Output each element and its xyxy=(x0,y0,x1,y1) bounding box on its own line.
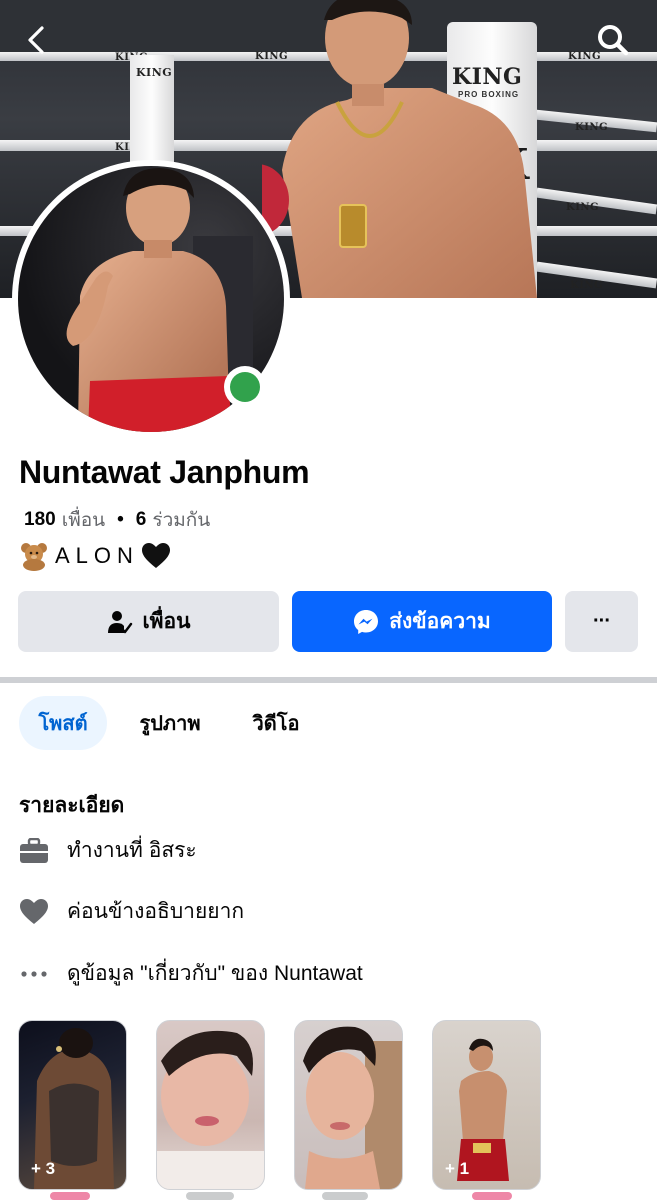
friend-stats[interactable]: 180 เพื่อน • 6 ร่วมกัน xyxy=(24,505,210,535)
rope-brand-label: KING xyxy=(566,202,600,213)
friends-button-label: เพื่อน xyxy=(142,610,191,633)
featured-count: + 3 xyxy=(31,1159,56,1178)
heart-icon xyxy=(18,896,50,928)
search-icon xyxy=(598,25,629,56)
more-options-button[interactable]: ··· xyxy=(565,591,638,652)
detail-about-link-text: ดูข้อมูล "เกี่ยวกับ" ของ Nuntawat xyxy=(67,962,363,985)
featured-caption xyxy=(294,1190,401,1200)
tab-posts[interactable]: โพสต์ xyxy=(19,696,107,750)
messenger-icon xyxy=(354,609,379,634)
teddy-bear-icon xyxy=(21,543,47,571)
featured-thumbnail xyxy=(157,1030,264,1189)
online-dot xyxy=(230,372,260,402)
chevron-left-icon xyxy=(28,26,44,54)
message-button[interactable]: ส่งข้อความ xyxy=(292,591,552,652)
search-button[interactable] xyxy=(593,20,633,60)
friends-label: เพื่อน xyxy=(61,510,106,531)
bio-text: ALON xyxy=(55,543,139,568)
featured-item[interactable]: + 3 xyxy=(18,1020,127,1190)
ellipsis-icon xyxy=(18,958,50,990)
black-heart-icon xyxy=(141,543,170,568)
rope-brand-label: KING xyxy=(575,122,609,133)
corner-brand-label: KING xyxy=(136,66,173,79)
featured-item[interactable] xyxy=(156,1020,265,1190)
profile-name: Nuntawat Janphum xyxy=(19,454,310,490)
back-button[interactable] xyxy=(16,20,56,60)
featured-caption xyxy=(156,1190,263,1200)
detail-relationship-text: ค่อนข้างอธิบายยาก xyxy=(67,900,245,923)
tab-videos[interactable]: วิดีโอ xyxy=(236,696,316,750)
mutual-count: 6 xyxy=(135,509,147,530)
friends-count: 180 xyxy=(24,509,56,530)
separator-dot: • xyxy=(117,509,124,530)
profile-bio: ALON xyxy=(19,541,171,571)
message-button-label: ส่งข้อความ xyxy=(389,610,491,633)
featured-caption xyxy=(432,1190,539,1200)
detail-relationship: ค่อนข้างอธิบายยาก xyxy=(18,895,244,928)
featured-thumbnail xyxy=(303,1026,402,1189)
friends-button[interactable]: เพื่อน xyxy=(18,591,279,652)
featured-caption xyxy=(18,1190,125,1200)
featured-item[interactable]: + 1 xyxy=(432,1020,541,1190)
online-status-indicator xyxy=(224,366,266,408)
boxer-figure xyxy=(262,0,537,298)
section-divider xyxy=(0,677,657,683)
briefcase-icon xyxy=(18,835,50,867)
featured-count: + 1 xyxy=(445,1159,470,1178)
detail-about-link[interactable]: ดูข้อมูล "เกี่ยวกับ" ของ Nuntawat xyxy=(18,957,363,990)
rope-brand-label: KING xyxy=(570,280,604,291)
detail-work-text: ทำงานที่ อิสระ xyxy=(67,839,197,862)
mutual-label: ร่วมกัน xyxy=(152,510,211,531)
tab-photos[interactable]: รูปภาพ xyxy=(120,696,220,750)
more-icon: ··· xyxy=(593,610,611,632)
detail-work: ทำงานที่ อิสระ xyxy=(18,834,197,867)
friend-check-icon xyxy=(107,610,132,633)
featured-item[interactable] xyxy=(294,1020,403,1190)
details-heading: รายละเอียด xyxy=(19,794,125,817)
